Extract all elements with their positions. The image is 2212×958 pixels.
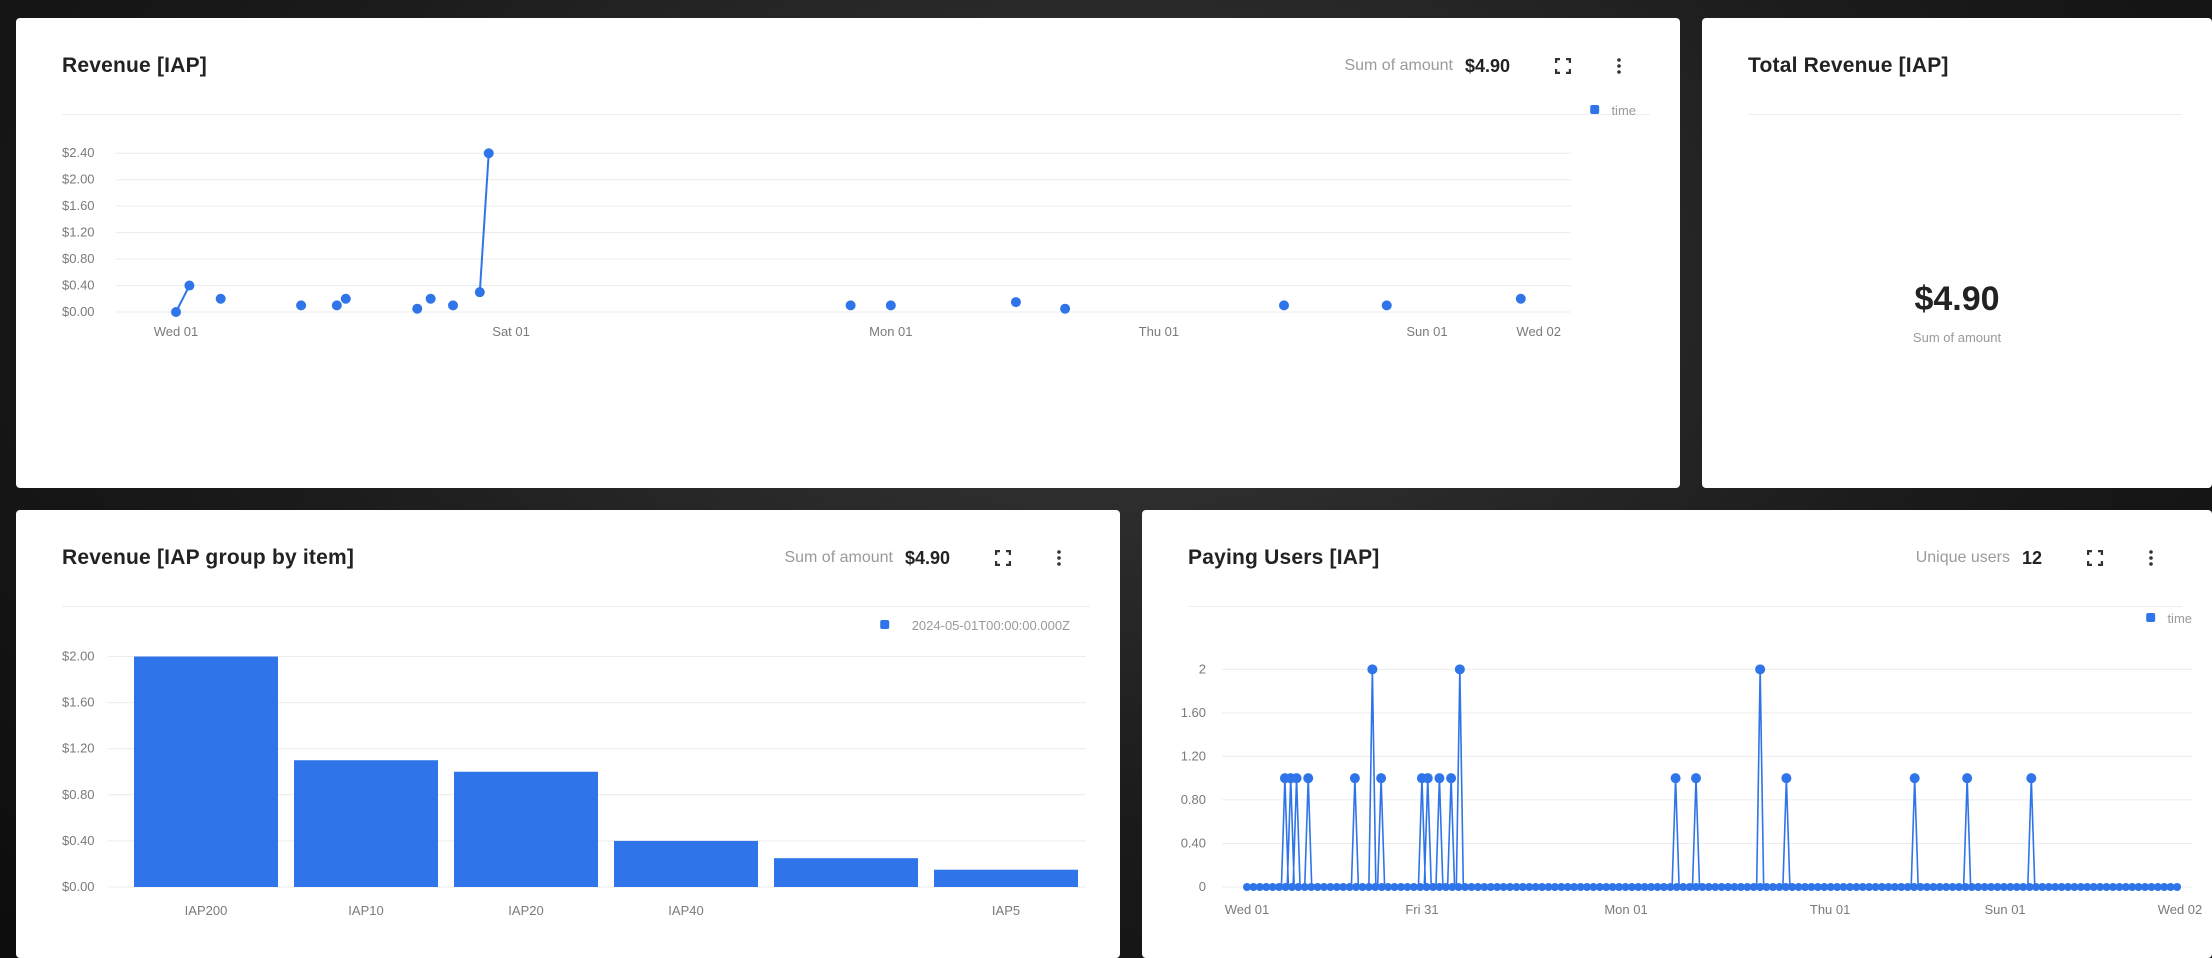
revenue-by-item-bar-chart: $0.00 $0.40 $0.80 $1.20 $1.60 $2.00 IAP200 IAP1… xyxy=(62,618,1086,918)
y-tick-label: 2 xyxy=(1199,661,1206,676)
data-point xyxy=(1279,300,1289,311)
data-point xyxy=(425,293,436,304)
data-point xyxy=(1670,773,1681,784)
revenue-line-chart: $0.00 $0.40 $0.80 $1.20 $1.60 $2.00 $2.40 Wed 0… xyxy=(62,103,1636,339)
legend-label: 2024-05-01T00:00:00.000Z xyxy=(912,618,1070,633)
data-point xyxy=(845,300,856,311)
data-point xyxy=(1962,773,1973,784)
data-point xyxy=(448,300,458,311)
x-tick-label: Wed 01 xyxy=(154,324,199,339)
data-point xyxy=(296,300,307,311)
data-point xyxy=(483,148,494,159)
x-tick-label: IAP40 xyxy=(668,903,703,918)
x-tick-label: Fri 31 xyxy=(1405,902,1438,917)
y-tick-label: $1.60 xyxy=(62,198,95,213)
revenue-card: Revenue [IAP] Sum of amount $4.90 $0.00 $… xyxy=(16,18,1680,488)
data-point xyxy=(1434,773,1445,784)
y-tick-label: $2.00 xyxy=(62,649,95,664)
x-tick-label: Mon 01 xyxy=(869,324,912,339)
data-point xyxy=(1755,664,1766,675)
baseline-point xyxy=(2173,883,2182,891)
data-point xyxy=(1381,300,1392,311)
x-tick-label: Wed 01 xyxy=(1225,902,1270,917)
data-point xyxy=(1909,773,1920,784)
bar xyxy=(934,869,1078,887)
total-card-header: Total Revenue [IAP] xyxy=(1702,18,2212,114)
y-tick-label: 0.40 xyxy=(1181,835,1206,850)
bar xyxy=(294,760,438,887)
y-tick-label: $0.80 xyxy=(62,787,95,802)
total-revenue-card: Total Revenue [IAP] $4.90 Sum of amount xyxy=(1702,18,2212,488)
data-point xyxy=(1515,293,1526,304)
bar xyxy=(134,656,278,887)
y-tick-label: $1.60 xyxy=(62,695,95,710)
y-tick-label: 0 xyxy=(1199,879,1206,894)
x-tick-label: IAP200 xyxy=(185,903,228,918)
data-point xyxy=(1010,297,1021,308)
data-point xyxy=(1303,773,1314,784)
y-tick-label: 0.80 xyxy=(1181,792,1206,807)
y-tick-label: 1.60 xyxy=(1181,705,1206,720)
data-point xyxy=(340,293,351,304)
x-tick-label: Thu 01 xyxy=(1139,324,1179,339)
data-point xyxy=(184,280,195,291)
y-tick-label: $1.20 xyxy=(62,741,95,756)
x-tick-label: Sat 01 xyxy=(492,324,530,339)
y-tick-label: $0.80 xyxy=(62,251,95,266)
total-revenue-value: $4.90 xyxy=(1914,280,2000,318)
x-tick-label: Wed 02 xyxy=(1516,324,1561,339)
x-tick-label: Sun 01 xyxy=(1406,324,1447,339)
x-tick-label: Thu 01 xyxy=(1810,902,1850,917)
data-point xyxy=(885,300,896,311)
legend-swatch xyxy=(2146,613,2156,622)
legend-label: time xyxy=(1611,103,1636,118)
data-point xyxy=(1376,773,1387,784)
data-point xyxy=(1291,773,1302,784)
paying-users-line-chart: 0 0.40 0.80 1.20 1.60 2 Wed 01 Fri 31 Mon 01 Thu … xyxy=(1181,611,2203,917)
y-tick-label: 1.20 xyxy=(1181,748,1206,763)
data-point xyxy=(1367,664,1378,675)
y-tick-label: $0.40 xyxy=(62,833,95,848)
y-tick-label: $0.40 xyxy=(62,278,95,293)
legend-swatch xyxy=(1590,105,1600,114)
x-tick-label: IAP10 xyxy=(348,903,383,918)
x-tick-label: Sun 01 xyxy=(1984,902,2025,917)
bar xyxy=(614,840,758,887)
data-point xyxy=(474,287,485,298)
x-tick-label: IAP20 xyxy=(508,903,543,918)
data-point xyxy=(1781,773,1792,784)
data-point xyxy=(2026,773,2037,784)
revenue-by-item-card: Revenue [IAP group by item] Sum of amoun… xyxy=(16,510,1120,958)
data-point xyxy=(331,300,342,311)
x-tick-label: Wed 02 xyxy=(2158,902,2203,917)
legend-swatch xyxy=(880,620,890,629)
total-revenue-label: Sum of amount xyxy=(1912,330,2002,345)
total-card-title: Total Revenue [IAP] xyxy=(1748,54,1949,77)
y-tick-label: $2.40 xyxy=(62,145,95,160)
data-point xyxy=(215,293,226,304)
y-tick-label: $2.00 xyxy=(62,172,95,187)
paying-users-card: Paying Users [IAP] Unique users 12 0 0.40… xyxy=(1142,510,2212,958)
data-point xyxy=(1454,664,1465,675)
y-tick-label: $1.20 xyxy=(62,225,95,240)
data-point xyxy=(1691,773,1702,784)
y-tick-label: $0.00 xyxy=(62,304,95,319)
series-line xyxy=(1247,669,2180,888)
bar xyxy=(774,858,918,887)
data-point xyxy=(171,307,181,317)
data-point xyxy=(1349,773,1360,784)
data-point xyxy=(1446,773,1457,784)
series-line xyxy=(478,153,490,293)
x-tick-label: IAP5 xyxy=(992,903,1020,918)
y-tick-label: $0.00 xyxy=(62,879,95,894)
bar xyxy=(454,771,598,887)
legend-label: time xyxy=(2167,611,2192,626)
data-point xyxy=(412,303,423,314)
header-divider xyxy=(1748,114,2182,115)
x-tick-label: Mon 01 xyxy=(1604,902,1647,917)
data-point xyxy=(1060,303,1071,314)
data-point xyxy=(1422,773,1433,784)
